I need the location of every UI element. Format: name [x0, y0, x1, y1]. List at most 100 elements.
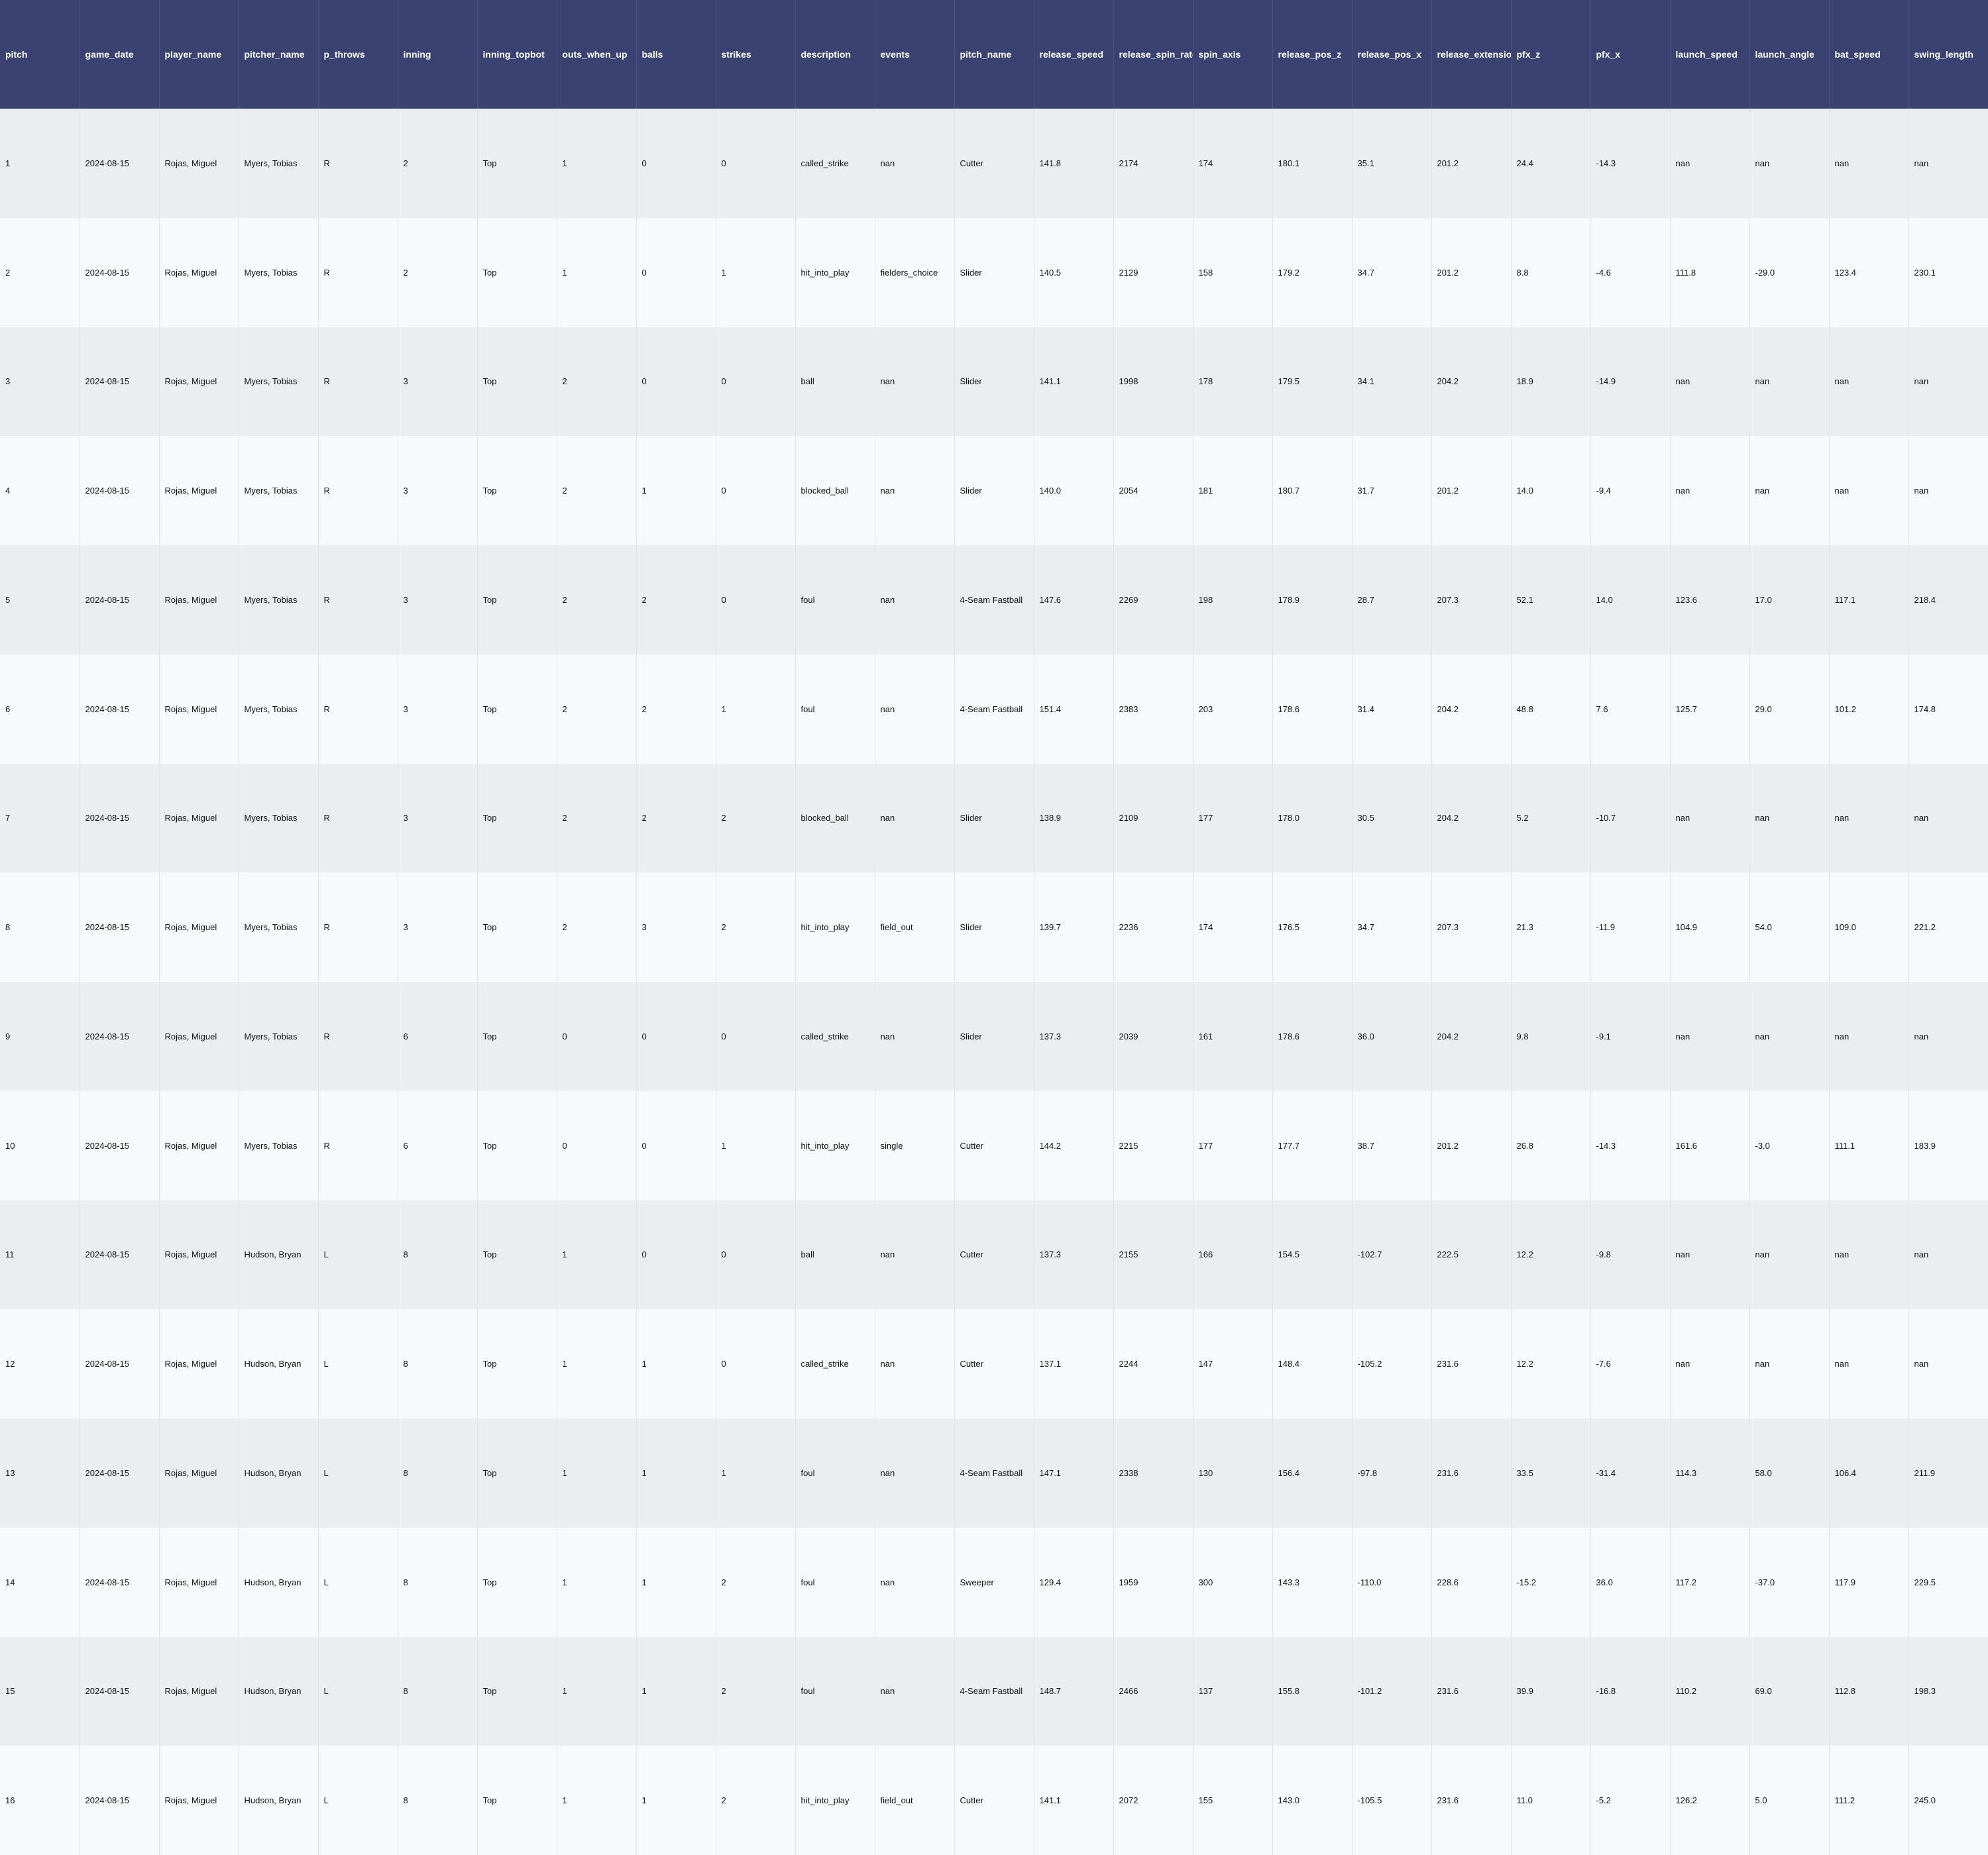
cell-description: hit_into_play — [795, 1090, 875, 1200]
cell-pitch-name: Cutter — [954, 1090, 1034, 1200]
cell-p-throws: L — [318, 1309, 398, 1418]
cell-bat-speed: 101.2 — [1829, 654, 1909, 764]
cell-release-extension: 201.2 — [1431, 1090, 1512, 1200]
cell-pfx-z: 12.2 — [1511, 1309, 1591, 1418]
cell-release-pos-z: 180.1 — [1272, 109, 1353, 218]
cell-events: nan — [875, 1418, 955, 1528]
cell-swing-length: nan — [1908, 109, 1988, 218]
cell-release-extension: 204.2 — [1431, 982, 1512, 1091]
cell-outs-when-up: 1 — [557, 1309, 637, 1418]
cell-pfx-z: 48.8 — [1511, 654, 1591, 764]
cell-pfx-x: -10.7 — [1590, 763, 1671, 873]
cell-pfx-z: 33.5 — [1511, 1418, 1591, 1528]
cell-p-throws: R — [318, 654, 398, 764]
cell-release-extension: 228.6 — [1431, 1527, 1512, 1637]
cell-bat-speed: 123.4 — [1829, 217, 1909, 327]
column-header-pfx-z: pfx_z — [1511, 0, 1591, 109]
cell-bat-speed: 106.4 — [1829, 1418, 1909, 1528]
cell-launch-angle: 17.0 — [1749, 545, 1830, 655]
cell-pitch: 11 — [0, 1200, 80, 1310]
cell-swing-length: 211.9 — [1908, 1418, 1988, 1528]
cell-pitch-name: Slider — [954, 436, 1034, 545]
table-row: 13 2024-08-15 Rojas, Miguel Hudson, Bryan L 8… — [0, 1418, 1988, 1528]
cell-events: nan — [875, 545, 955, 655]
cell-game-date: 2024-08-15 — [80, 545, 160, 655]
cell-pitch-name: 4-Seam Fastball — [954, 545, 1034, 655]
cell-pfx-z: 26.8 — [1511, 1090, 1591, 1200]
cell-release-pos-x: 36.0 — [1352, 982, 1432, 1091]
cell-strikes: 2 — [716, 763, 796, 873]
cell-spin-axis: 203 — [1193, 654, 1273, 764]
cell-pitch-name: Cutter — [954, 1746, 1034, 1855]
cell-launch-speed: 111.8 — [1670, 217, 1750, 327]
cell-release-pos-z: 178.9 — [1272, 545, 1353, 655]
pitch-data-table: pitch game_date player_name pitcher_name p_t… — [0, 0, 1988, 1855]
cell-inning-topbot: Top — [477, 1746, 557, 1855]
column-header-pitch-name: pitch_name — [954, 0, 1034, 109]
cell-balls: 2 — [636, 654, 716, 764]
cell-swing-length: 245.0 — [1908, 1746, 1988, 1855]
cell-inning: 3 — [398, 873, 478, 982]
cell-strikes: 0 — [716, 109, 796, 218]
table-row: 12 2024-08-15 Rojas, Miguel Hudson, Bryan L 8… — [0, 1309, 1988, 1418]
cell-p-throws: R — [318, 873, 398, 982]
cell-release-pos-x: 31.4 — [1352, 654, 1432, 764]
cell-swing-length: 230.1 — [1908, 217, 1988, 327]
cell-player-name: Rojas, Miguel — [159, 436, 239, 545]
column-header-release-extension: release_extension — [1431, 0, 1512, 109]
cell-release-pos-x: 28.7 — [1352, 545, 1432, 655]
cell-pitch: 2 — [0, 217, 80, 327]
cell-spin-axis: 166 — [1193, 1200, 1273, 1310]
cell-swing-length: 198.3 — [1908, 1636, 1988, 1746]
cell-strikes: 2 — [716, 1636, 796, 1746]
cell-description: ball — [795, 1200, 875, 1310]
cell-pitch-name: Slider — [954, 763, 1034, 873]
cell-release-speed: 141.1 — [1034, 327, 1114, 437]
cell-game-date: 2024-08-15 — [80, 436, 160, 545]
cell-pitcher-name: Myers, Tobias — [239, 1090, 319, 1200]
cell-release-pos-z: 155.8 — [1272, 1636, 1353, 1746]
cell-launch-speed: nan — [1670, 1309, 1750, 1418]
table-row: 16 2024-08-15 Rojas, Miguel Hudson, Bryan L 8… — [0, 1746, 1988, 1855]
cell-outs-when-up: 1 — [557, 1200, 637, 1310]
cell-launch-angle: 5.0 — [1749, 1746, 1830, 1855]
cell-inning: 6 — [398, 1090, 478, 1200]
cell-pfx-x: -9.8 — [1590, 1200, 1671, 1310]
cell-swing-length: nan — [1908, 982, 1988, 1091]
cell-inning-topbot: Top — [477, 982, 557, 1091]
cell-bat-speed: nan — [1829, 982, 1909, 1091]
table-row: 6 2024-08-15 Rojas, Miguel Myers, Tobias R 3 T… — [0, 654, 1988, 764]
cell-balls: 1 — [636, 1636, 716, 1746]
cell-player-name: Rojas, Miguel — [159, 1527, 239, 1637]
cell-player-name: Rojas, Miguel — [159, 1309, 239, 1418]
cell-bat-speed: nan — [1829, 109, 1909, 218]
cell-player-name: Rojas, Miguel — [159, 982, 239, 1091]
cell-game-date: 2024-08-15 — [80, 109, 160, 218]
cell-inning-topbot: Top — [477, 1636, 557, 1746]
cell-player-name: Rojas, Miguel — [159, 217, 239, 327]
cell-pitch: 15 — [0, 1636, 80, 1746]
cell-pitcher-name: Myers, Tobias — [239, 327, 319, 437]
cell-release-spin-rate: 2174 — [1113, 109, 1193, 218]
cell-spin-axis: 155 — [1193, 1746, 1273, 1855]
cell-inning-topbot: Top — [477, 654, 557, 764]
cell-game-date: 2024-08-15 — [80, 982, 160, 1091]
cell-events: single — [875, 1090, 955, 1200]
cell-release-speed: 141.8 — [1034, 109, 1114, 218]
cell-pitcher-name: Myers, Tobias — [239, 763, 319, 873]
cell-pitcher-name: Hudson, Bryan — [239, 1746, 319, 1855]
cell-launch-speed: nan — [1670, 1200, 1750, 1310]
cell-pitch: 4 — [0, 436, 80, 545]
cell-description: called_strike — [795, 982, 875, 1091]
cell-spin-axis: 198 — [1193, 545, 1273, 655]
cell-outs-when-up: 2 — [557, 763, 637, 873]
cell-pitcher-name: Myers, Tobias — [239, 982, 319, 1091]
cell-pitcher-name: Hudson, Bryan — [239, 1418, 319, 1528]
cell-game-date: 2024-08-15 — [80, 327, 160, 437]
cell-game-date: 2024-08-15 — [80, 1418, 160, 1528]
cell-outs-when-up: 2 — [557, 545, 637, 655]
cell-release-spin-rate: 2215 — [1113, 1090, 1193, 1200]
cell-inning: 2 — [398, 217, 478, 327]
cell-release-extension: 207.3 — [1431, 545, 1512, 655]
cell-outs-when-up: 1 — [557, 109, 637, 218]
